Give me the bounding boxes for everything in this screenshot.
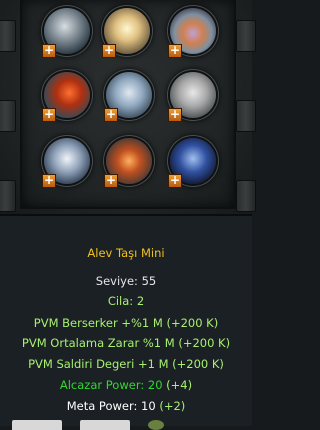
right-panel-tab: [236, 20, 256, 52]
night-stone-icon[interactable]: +: [168, 138, 216, 188]
rainbow-stone-icon[interactable]: +: [168, 8, 216, 58]
bottom-button[interactable]: [12, 420, 62, 430]
ice-stone-icon[interactable]: +: [104, 72, 152, 122]
right-panel-tab: [236, 180, 256, 212]
plus-icon[interactable]: +: [42, 108, 56, 122]
meta-power-bonus: (+2): [159, 399, 186, 413]
fire-stone-icon[interactable]: +: [42, 72, 90, 122]
alcazar-power-bonus: (+4): [166, 378, 193, 392]
meta-power-label: Meta Power: 10: [66, 399, 156, 413]
storm-stone-icon[interactable]: +: [42, 138, 90, 188]
cloud-stone-icon[interactable]: +: [168, 72, 216, 122]
wind-stone-icon[interactable]: +: [42, 8, 90, 58]
plus-icon[interactable]: +: [42, 44, 56, 58]
plus-icon[interactable]: +: [168, 108, 182, 122]
stone-grid: + + + + + + + + +: [20, 0, 236, 209]
plus-icon[interactable]: +: [168, 44, 182, 58]
plus-icon[interactable]: +: [104, 108, 118, 122]
left-panel-tab: [0, 20, 16, 52]
item-attr-2: PVM Ortalama Zarar %1 M (+200 K): [21, 336, 231, 350]
plus-icon[interactable]: +: [42, 174, 56, 188]
right-panel-tab: [236, 100, 256, 132]
item-level: Seviye: 55: [95, 274, 157, 288]
plus-icon[interactable]: +: [104, 174, 118, 188]
item-name: Alev Taşı Mini: [87, 246, 165, 260]
item-attr-1: PVM Berserker +%1 M (+200 K): [33, 316, 219, 330]
meta-power: Meta Power: 10 (+2): [0, 399, 252, 413]
light-stone-icon[interactable]: +: [102, 8, 150, 58]
item-polish: Cila: 2: [107, 294, 145, 308]
plus-icon[interactable]: +: [168, 174, 182, 188]
item-tooltip: Alev Taşı Mini Seviye: 55 Cila: 2 PVM Be…: [0, 216, 252, 426]
item-attr-3: PVM Saldiri Degeri +1 M (+200 K): [28, 357, 224, 371]
alcazar-power: Alcazar Power: 20 (+4): [0, 378, 252, 392]
left-panel-tab: [0, 100, 16, 132]
alcazar-power-label: Alcazar Power: 20: [59, 378, 163, 392]
globe-icon[interactable]: [148, 420, 164, 430]
bottom-button[interactable]: [80, 420, 130, 430]
bottom-buttons: [0, 420, 252, 430]
left-panel-tab: [0, 180, 16, 212]
plus-icon[interactable]: +: [102, 44, 116, 58]
stone-inventory-panel: + + + + + + + + +: [0, 0, 256, 215]
flame-stone-icon[interactable]: +: [104, 138, 152, 188]
